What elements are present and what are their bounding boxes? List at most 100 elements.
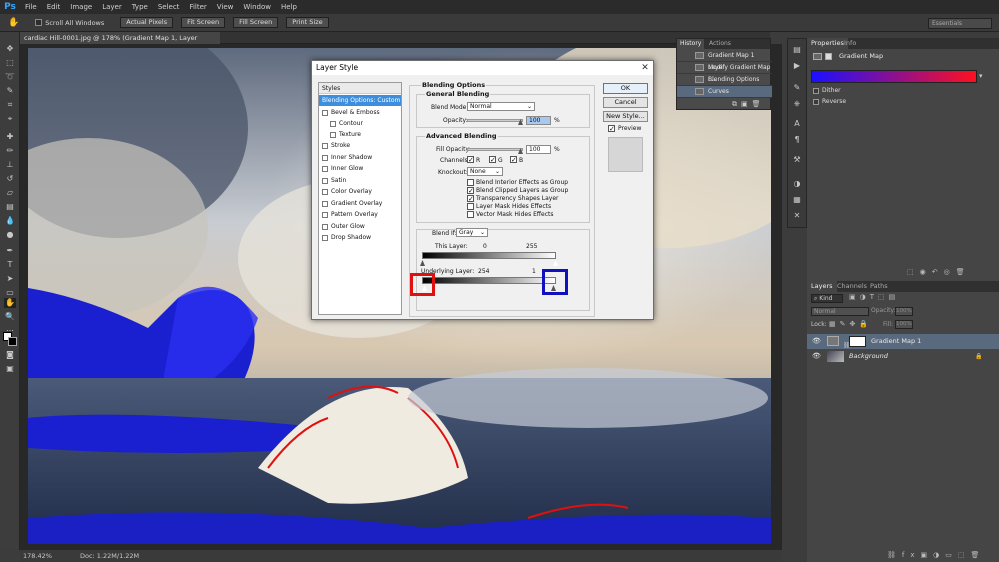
close-icon[interactable]: ✕ bbox=[640, 62, 650, 74]
styles-header[interactable]: Styles bbox=[319, 83, 401, 94]
style-blending-options[interactable]: Blending Options: Custom bbox=[319, 95, 401, 106]
transform-icon[interactable]: ✕ bbox=[791, 211, 803, 221]
checkbox[interactable] bbox=[322, 234, 328, 241]
actual-pixels-button[interactable]: Actual Pixels bbox=[120, 17, 174, 28]
reverse-checkbox[interactable] bbox=[813, 99, 819, 105]
quick-mask-icon[interactable]: ◙ bbox=[4, 350, 16, 360]
style-texture[interactable]: Texture bbox=[319, 129, 401, 140]
checkbox[interactable] bbox=[322, 142, 328, 149]
history-footer-icons[interactable]: ⧉▣🗑 bbox=[732, 100, 770, 109]
hand-tool-icon[interactable]: ✋ bbox=[4, 298, 16, 308]
menu-window[interactable]: Window bbox=[238, 0, 276, 14]
checkbox[interactable] bbox=[330, 120, 336, 127]
menu-view[interactable]: View bbox=[212, 0, 239, 14]
layer-mask-hides-checkbox[interactable] bbox=[467, 203, 474, 210]
blend-if-select[interactable]: Gray ⌄ bbox=[456, 228, 488, 237]
quick-select-tool-icon[interactable]: ✎ bbox=[4, 86, 16, 96]
screen-mode-icon[interactable]: ▣ bbox=[4, 364, 16, 374]
paragraph-panel-icon[interactable]: ¶ bbox=[791, 135, 803, 145]
style-satin[interactable]: Satin bbox=[319, 175, 401, 186]
blend-mode-select[interactable]: Normal ⌄ bbox=[467, 102, 535, 111]
layer-fill-field[interactable]: 100% bbox=[895, 320, 913, 329]
layer-name[interactable]: Background bbox=[849, 349, 888, 364]
dither-checkbox[interactable] bbox=[813, 88, 819, 94]
checkbox[interactable] bbox=[322, 188, 328, 195]
adjustments-icon[interactable]: ◑ bbox=[791, 179, 803, 189]
checkbox[interactable] bbox=[322, 109, 328, 116]
brush-panel-icon[interactable]: ✎ bbox=[791, 83, 803, 93]
style-pattern-overlay[interactable]: Pattern Overlay bbox=[319, 209, 401, 220]
filter-icons[interactable]: ▣◑T⬚▤ bbox=[849, 293, 899, 301]
move-tool-icon[interactable]: ✥ bbox=[4, 44, 16, 54]
menu-image[interactable]: Image bbox=[65, 0, 97, 14]
brush-tool-icon[interactable]: ✏ bbox=[4, 146, 16, 156]
transparency-shapes-checkbox[interactable]: ✓ bbox=[467, 195, 474, 203]
workspace-select[interactable]: Essentials bbox=[928, 18, 992, 29]
menu-type[interactable]: Type bbox=[127, 0, 153, 14]
blend-clipped-checkbox[interactable]: ✓ bbox=[467, 187, 474, 195]
layer-mask-thumbnail[interactable] bbox=[849, 336, 866, 347]
blend-mode-select[interactable]: Normal bbox=[811, 307, 869, 316]
eraser-tool-icon[interactable]: ▱ bbox=[4, 188, 16, 198]
menu-layer[interactable]: Layer bbox=[97, 0, 127, 14]
new-style-button[interactable]: New Style... bbox=[603, 111, 648, 122]
background-color-swatch[interactable] bbox=[8, 337, 17, 346]
style-color-overlay[interactable]: Color Overlay bbox=[319, 186, 401, 197]
tab-paths[interactable]: Paths bbox=[866, 281, 892, 292]
dropdown-arrow-icon[interactable]: ▾ bbox=[979, 72, 983, 80]
style-inner-glow[interactable]: Inner Glow bbox=[319, 163, 401, 174]
fill-opacity-slider[interactable] bbox=[467, 148, 523, 151]
style-inner-shadow[interactable]: Inner Shadow bbox=[319, 152, 401, 163]
document-tab[interactable]: cardiac Hill-0001.jpg @ 178% (Gradient M… bbox=[20, 32, 220, 54]
cancel-button[interactable]: Cancel bbox=[603, 97, 648, 108]
healing-tool-icon[interactable]: ✚ bbox=[4, 132, 16, 142]
styles-icon[interactable]: ▦ bbox=[791, 195, 803, 205]
stamp-tool-icon[interactable]: ⊥ bbox=[4, 160, 16, 170]
clone-source-icon[interactable]: ⎈ bbox=[791, 99, 803, 109]
menu-select[interactable]: Select bbox=[153, 0, 185, 14]
history-item[interactable]: Modify Gradient Map L... bbox=[677, 62, 772, 83]
layer-filter-kind[interactable]: ⌕ Kind bbox=[811, 294, 843, 303]
checkbox[interactable] bbox=[322, 223, 328, 230]
checkbox[interactable] bbox=[330, 131, 336, 138]
menu-filter[interactable]: Filter bbox=[184, 0, 211, 14]
opacity-slider[interactable] bbox=[467, 119, 523, 122]
gradient-tool-icon[interactable]: ▤ bbox=[4, 202, 16, 212]
scroll-all-windows-checkbox[interactable]: Scroll All Windows bbox=[35, 19, 104, 27]
visibility-eye-icon[interactable]: 👁 bbox=[812, 334, 821, 349]
vector-mask-hides-checkbox[interactable] bbox=[467, 211, 474, 218]
style-bevel-emboss[interactable]: Bevel & Emboss bbox=[319, 107, 401, 118]
tab-history[interactable]: History bbox=[677, 39, 705, 49]
history-brush-tool-icon[interactable]: ↺ bbox=[4, 174, 16, 184]
style-contour[interactable]: Contour bbox=[319, 118, 401, 129]
style-drop-shadow[interactable]: Drop Shadow bbox=[319, 232, 401, 243]
layer-row-selected[interactable]: 👁 ⛓ Gradient Map 1 bbox=[807, 334, 999, 349]
fill-screen-button[interactable]: Fill Screen bbox=[233, 17, 279, 28]
channel-r-checkbox[interactable]: ✓ bbox=[467, 156, 474, 164]
type-tool-icon[interactable]: T bbox=[4, 260, 16, 270]
tab-info[interactable]: Info bbox=[840, 38, 860, 49]
path-select-tool-icon[interactable]: ➤ bbox=[4, 274, 16, 284]
pen-tool-icon[interactable]: ✒ bbox=[4, 246, 16, 256]
marquee-tool-icon[interactable]: ⬚ bbox=[4, 58, 16, 68]
knockout-select[interactable]: None ⌄ bbox=[467, 167, 503, 176]
history-item-selected[interactable]: Curves bbox=[677, 86, 772, 98]
gradient-preview[interactable] bbox=[811, 70, 977, 83]
properties-footer-icons[interactable]: ⬚◉↶◎🗑 bbox=[907, 268, 971, 276]
tool-presets-icon[interactable]: ⚒ bbox=[791, 155, 803, 165]
ok-button[interactable]: OK bbox=[603, 83, 648, 94]
blur-tool-icon[interactable]: 💧 bbox=[4, 216, 16, 226]
shape-tool-icon[interactable]: ▭ bbox=[4, 288, 16, 298]
layers-footer-icons[interactable]: ⛓fx▣◑▭⬚🗑 bbox=[887, 551, 985, 559]
history-panel-icon[interactable]: ▤ bbox=[791, 45, 803, 55]
lasso-tool-icon[interactable]: ➰ bbox=[4, 72, 16, 82]
fill-opacity-field[interactable]: 100 bbox=[526, 145, 551, 154]
actions-panel-icon[interactable]: ▶ bbox=[791, 61, 803, 71]
layer-opacity-field[interactable]: 100% bbox=[895, 307, 913, 316]
style-stroke[interactable]: Stroke bbox=[319, 140, 401, 151]
tab-actions[interactable]: Actions bbox=[706, 39, 734, 49]
checkbox[interactable] bbox=[322, 165, 328, 172]
history-item[interactable]: Gradient Map 1 Layer bbox=[677, 50, 772, 71]
crop-tool-icon[interactable]: ⌗ bbox=[4, 100, 16, 110]
channel-g-checkbox[interactable]: ✓ bbox=[489, 156, 496, 164]
